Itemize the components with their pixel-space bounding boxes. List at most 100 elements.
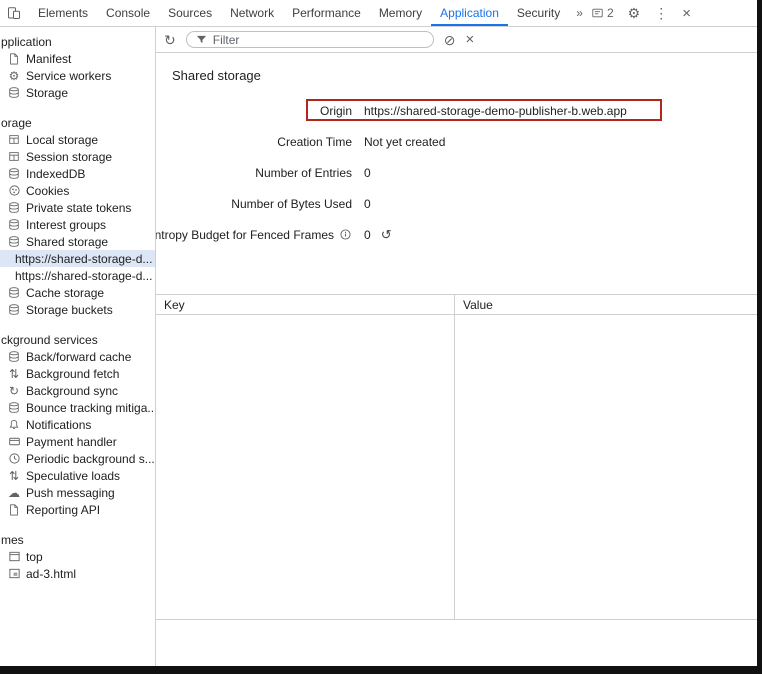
field-row-creation-time: Creation Time Not yet created: [156, 126, 757, 157]
field-label-text: Creation Time: [277, 135, 352, 149]
metadata-list: Origin https://shared-storage-demo-publis…: [156, 95, 757, 250]
field-label-text: Number of Bytes Used: [231, 197, 352, 211]
tab-performance[interactable]: Performance: [283, 0, 370, 26]
sidebar-item-label: Background fetch: [26, 367, 119, 381]
more-tabs-button[interactable]: »: [569, 0, 590, 26]
sidebar-item-https-shared-storage-d[interactable]: https://shared-storage-d...: [0, 250, 155, 267]
sidebar-section-header: ckground services: [0, 331, 155, 348]
database-icon: [7, 86, 21, 99]
sidebar-item-https-shared-storage-d[interactable]: https://shared-storage-d...: [0, 267, 155, 284]
tab-sources[interactable]: Sources: [159, 0, 221, 26]
database-icon: [7, 201, 21, 214]
field-value-text: 0: [364, 197, 371, 211]
sidebar-item-cookies[interactable]: Cookies: [0, 182, 155, 199]
filter-placeholder: Filter: [213, 33, 240, 47]
sidebar-item-push-messaging[interactable]: ☁Push messaging: [0, 484, 155, 501]
sidebar-section: orageLocal storageSession storageIndexed…: [0, 114, 155, 318]
close-devtools-icon[interactable]: ×: [682, 6, 691, 21]
refresh-icon[interactable]: ↻: [164, 33, 176, 47]
column-header-value[interactable]: Value: [455, 295, 757, 314]
sidebar-item-label: Push messaging: [26, 486, 115, 500]
database-icon: [7, 286, 21, 299]
field-label-text: Entropy Budget for Fenced Frames: [156, 228, 334, 242]
sidebar-item-session-storage[interactable]: Session storage: [0, 148, 155, 165]
field-value-text: https://shared-storage-demo-publisher-b.…: [364, 104, 627, 118]
filter-funnel-icon: [196, 34, 207, 45]
tab-network[interactable]: Network: [221, 0, 283, 26]
column-header-key[interactable]: Key: [156, 295, 455, 314]
field-value: Not yet created: [364, 135, 445, 149]
sidebar-item-back-forward-cache[interactable]: Back/forward cache: [0, 348, 155, 365]
sidebar-item-bounce-tracking-mitiga[interactable]: Bounce tracking mitiga...: [0, 399, 155, 416]
sidebar-item-label: Storage buckets: [26, 303, 113, 317]
sidebar-item-background-sync[interactable]: ↻Background sync: [0, 382, 155, 399]
sidebar-item-ad-3-html[interactable]: ad-3.html: [0, 565, 155, 582]
tab-application[interactable]: Application: [431, 0, 508, 26]
sidebar-item-shared-storage[interactable]: Shared storage: [0, 233, 155, 250]
sidebar-item-indexeddb[interactable]: IndexedDB: [0, 165, 155, 182]
sidebar-item-notifications[interactable]: Notifications: [0, 416, 155, 433]
messages-button[interactable]: 2: [591, 7, 614, 19]
panel-tabs: ElementsConsoleSourcesNetworkPerformance…: [29, 0, 569, 26]
tab-elements[interactable]: Elements: [29, 0, 97, 26]
sidebar-item-label: Bounce tracking mitiga...: [26, 401, 155, 415]
cookie-icon: [7, 184, 21, 197]
sidebar-section: pplicationManifest⚙Service workersStorag…: [0, 33, 155, 101]
sidebar-item-payment-handler[interactable]: Payment handler: [0, 433, 155, 450]
arrows-up-down-icon: ⇅: [7, 470, 21, 482]
sidebar-item-speculative-loads[interactable]: ⇅Speculative loads: [0, 467, 155, 484]
database-icon: [7, 350, 21, 363]
toggle-device-toolbar-icon[interactable]: [7, 6, 21, 20]
settings-gear-icon[interactable]: ⚙: [628, 6, 641, 20]
sidebar-item-service-workers[interactable]: ⚙Service workers: [0, 67, 155, 84]
database-icon: [7, 218, 21, 231]
sidebar-section: ckground servicesBack/forward cache⇅Back…: [0, 331, 155, 518]
devtools-tab-bar: ElementsConsoleSourcesNetworkPerformance…: [0, 0, 757, 27]
tab-console[interactable]: Console: [97, 0, 159, 26]
field-value: 0: [364, 197, 371, 211]
sidebar-item-private-state-tokens[interactable]: Private state tokens: [0, 199, 155, 216]
field-row-entropy-budget-for-fenced-frames: Entropy Budget for Fenced Frames0↺: [156, 219, 757, 250]
info-icon: [338, 229, 352, 240]
card-icon: [7, 435, 21, 448]
clear-all-icon[interactable]: ⊘: [444, 33, 456, 47]
sidebar-item-storage-buckets[interactable]: Storage buckets: [0, 301, 155, 318]
sidebar-item-reporting-api[interactable]: Reporting API: [0, 501, 155, 518]
sidebar-item-background-fetch[interactable]: ⇅Background fetch: [0, 365, 155, 382]
table-header-row: KeyValue: [156, 294, 757, 315]
reset-budget-icon[interactable]: ↺: [381, 228, 392, 241]
filter-input[interactable]: Filter: [186, 31, 434, 48]
sidebar-item-cache-storage[interactable]: Cache storage: [0, 284, 155, 301]
frame-icon: [7, 550, 21, 563]
sidebar-item-label: Interest groups: [26, 218, 106, 232]
database-icon: [7, 401, 21, 414]
field-label: Origin: [156, 104, 352, 118]
shared-storage-panel: ↻ Filter ⊘ × Shared storage Originhttps:…: [156, 27, 757, 666]
sidebar-item-label: https://shared-storage-d...: [15, 269, 152, 283]
table-body-empty: [156, 315, 757, 620]
field-value-text: 0: [364, 166, 371, 180]
clock-icon: [7, 452, 21, 465]
sidebar-item-periodic-background-s[interactable]: Periodic background s...: [0, 450, 155, 467]
database-icon: [7, 235, 21, 248]
database-icon: [7, 167, 21, 180]
delete-icon[interactable]: ×: [465, 32, 474, 47]
sidebar-item-storage[interactable]: Storage: [0, 84, 155, 101]
sidebar-item-top[interactable]: top: [0, 548, 155, 565]
shared-storage-content: Shared storage Originhttps://shared-stor…: [156, 53, 757, 666]
field-label-text: Origin: [320, 104, 352, 118]
sidebar-item-manifest[interactable]: Manifest: [0, 50, 155, 67]
sidebar-item-interest-groups[interactable]: Interest groups: [0, 216, 155, 233]
devtools-body: pplicationManifest⚙Service workersStorag…: [0, 27, 757, 666]
application-sidebar: pplicationManifest⚙Service workersStorag…: [0, 27, 156, 666]
sidebar-item-label: IndexedDB: [26, 167, 85, 181]
devtools-window: ElementsConsoleSourcesNetworkPerformance…: [0, 0, 762, 674]
kebab-menu-icon[interactable]: ⋮: [654, 6, 668, 20]
tab-memory[interactable]: Memory: [370, 0, 431, 26]
field-label: Entropy Budget for Fenced Frames: [156, 228, 352, 242]
field-row-number-of-bytes-used: Number of Bytes Used 0: [156, 188, 757, 219]
tab-security[interactable]: Security: [508, 0, 569, 26]
field-label: Number of Bytes Used: [156, 197, 352, 211]
sidebar-item-local-storage[interactable]: Local storage: [0, 131, 155, 148]
bell-icon: [7, 418, 21, 431]
